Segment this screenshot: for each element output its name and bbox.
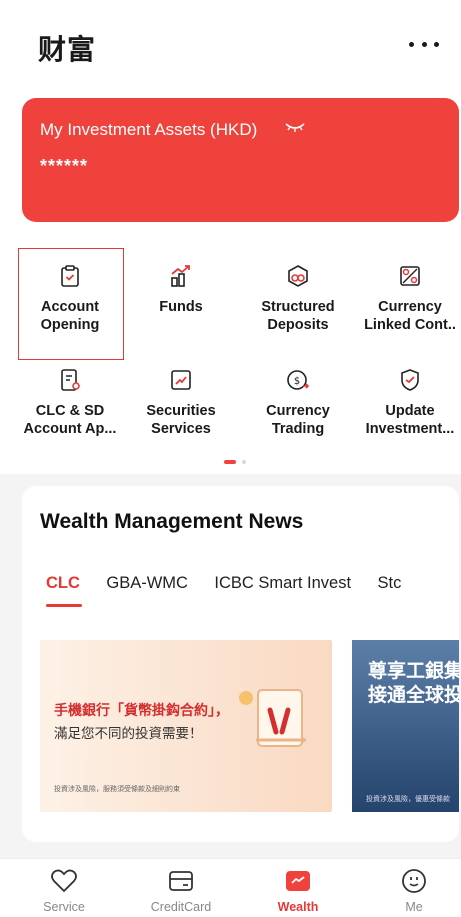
banner2-line1: 尊享工銀集 xyxy=(368,661,459,682)
banner2-line2: 接通全球投 xyxy=(368,685,459,706)
grid-label: Account Opening xyxy=(40,299,100,333)
news-title: Wealth Management News xyxy=(40,510,304,533)
wealth-news-card: Wealth Management News CLC GBA-WMC ICBC … xyxy=(22,486,459,842)
grid-item-securities-services[interactable]: Securities Services xyxy=(129,356,233,456)
more-button[interactable] xyxy=(409,34,439,54)
banner-headline: 手機銀行「貨幣掛鈎合約」， xyxy=(54,702,229,718)
update-investment-icon xyxy=(401,369,419,391)
grid-label: Securities Services xyxy=(146,403,216,437)
grid-label: Currency Trading xyxy=(266,403,330,437)
svg-text:$: $ xyxy=(294,376,300,387)
credit-card-icon xyxy=(169,871,193,891)
clipboard-check-icon xyxy=(61,265,79,287)
eye-closed-icon[interactable] xyxy=(284,120,306,134)
tab-gba-wmc[interactable]: GBA-WMC xyxy=(106,574,188,593)
fund-chart-icon xyxy=(171,265,190,287)
tab-creditcard[interactable]: CreditCard xyxy=(136,867,226,914)
active-tab-indicator xyxy=(46,604,82,607)
tab-label: CreditCard xyxy=(150,900,212,914)
assets-value: ****** xyxy=(40,156,89,176)
currency-linked-icon xyxy=(400,266,420,286)
grid-item-account-opening[interactable]: Account Opening xyxy=(18,252,122,352)
page-dot xyxy=(242,460,246,464)
banner2-footnote: 投資涉及風險，優惠受條款 xyxy=(366,796,450,803)
heart-icon xyxy=(51,869,77,893)
tab-label: Service xyxy=(43,900,85,914)
grid-item-funds[interactable]: Funds xyxy=(129,252,233,352)
wealth-icon xyxy=(286,871,310,891)
account-application-icon xyxy=(61,369,80,391)
page-dot-active xyxy=(224,460,236,464)
tab-clc[interactable]: CLC xyxy=(46,574,80,593)
news-banner-clc[interactable]: 手機銀行「貨幣掛鈎合約」， 滿足您不同的投資需要！ 投資涉及風險，服務須受條款及… xyxy=(40,640,332,812)
tab-more[interactable]: Stc xyxy=(377,574,401,593)
grid-item-update-investment[interactable]: Update Investment... xyxy=(358,356,461,456)
page-indicator xyxy=(224,460,246,464)
grid-label: CLC & SD Account Ap... xyxy=(23,403,117,437)
grid-label: Currency Linked Cont.. xyxy=(364,299,456,333)
securities-chart-icon xyxy=(171,370,191,390)
banner-subline: 滿足您不同的投資需要！ xyxy=(54,726,203,741)
contract-scroll-icon xyxy=(239,689,306,747)
news-tabs: CLC GBA-WMC ICBC Smart Invest Stc xyxy=(46,574,459,604)
grid-item-currency-linked[interactable]: Currency Linked Cont.. xyxy=(358,252,461,352)
banner2-text: 尊享工銀集 接通全球投 xyxy=(368,660,459,708)
grid-item-structured-deposits[interactable]: Structured Deposits xyxy=(246,252,350,352)
grid-label: Funds xyxy=(159,299,203,315)
page-title: 财富 xyxy=(38,34,97,65)
tab-service[interactable]: Service xyxy=(19,867,109,914)
grid-label: Update Investment... xyxy=(365,403,455,437)
news-banner-gba[interactable]: 尊享工銀集 接通全球投 投資涉及風險，優惠受條款 xyxy=(352,640,459,812)
tab-icbc-smart-invest[interactable]: ICBC Smart Invest xyxy=(214,574,351,593)
banner-footnote: 投資涉及風險，服務須受條款及細則約束 xyxy=(54,786,180,793)
tab-label: Wealth xyxy=(277,900,319,914)
tab-wealth[interactable]: Wealth xyxy=(253,867,343,914)
grid-item-clc-sd-application[interactable]: CLC & SD Account Ap... xyxy=(18,356,122,456)
structured-deposit-icon xyxy=(288,265,308,287)
bottom-tab-bar: Service CreditCard Wealth Me xyxy=(0,858,461,917)
tab-label: Me xyxy=(405,900,423,914)
smiley-icon xyxy=(402,869,426,893)
investment-assets-card[interactable]: My Investment Assets (HKD) ****** xyxy=(22,98,459,222)
grid-label: Structured Deposits xyxy=(261,299,335,333)
grid-item-currency-trading[interactable]: $ Currency Trading xyxy=(246,356,350,456)
assets-title: My Investment Assets (HKD) xyxy=(40,120,258,139)
tab-me[interactable]: Me xyxy=(369,867,459,914)
currency-trading-icon: $ xyxy=(287,370,310,390)
header: 财富 xyxy=(0,0,461,90)
